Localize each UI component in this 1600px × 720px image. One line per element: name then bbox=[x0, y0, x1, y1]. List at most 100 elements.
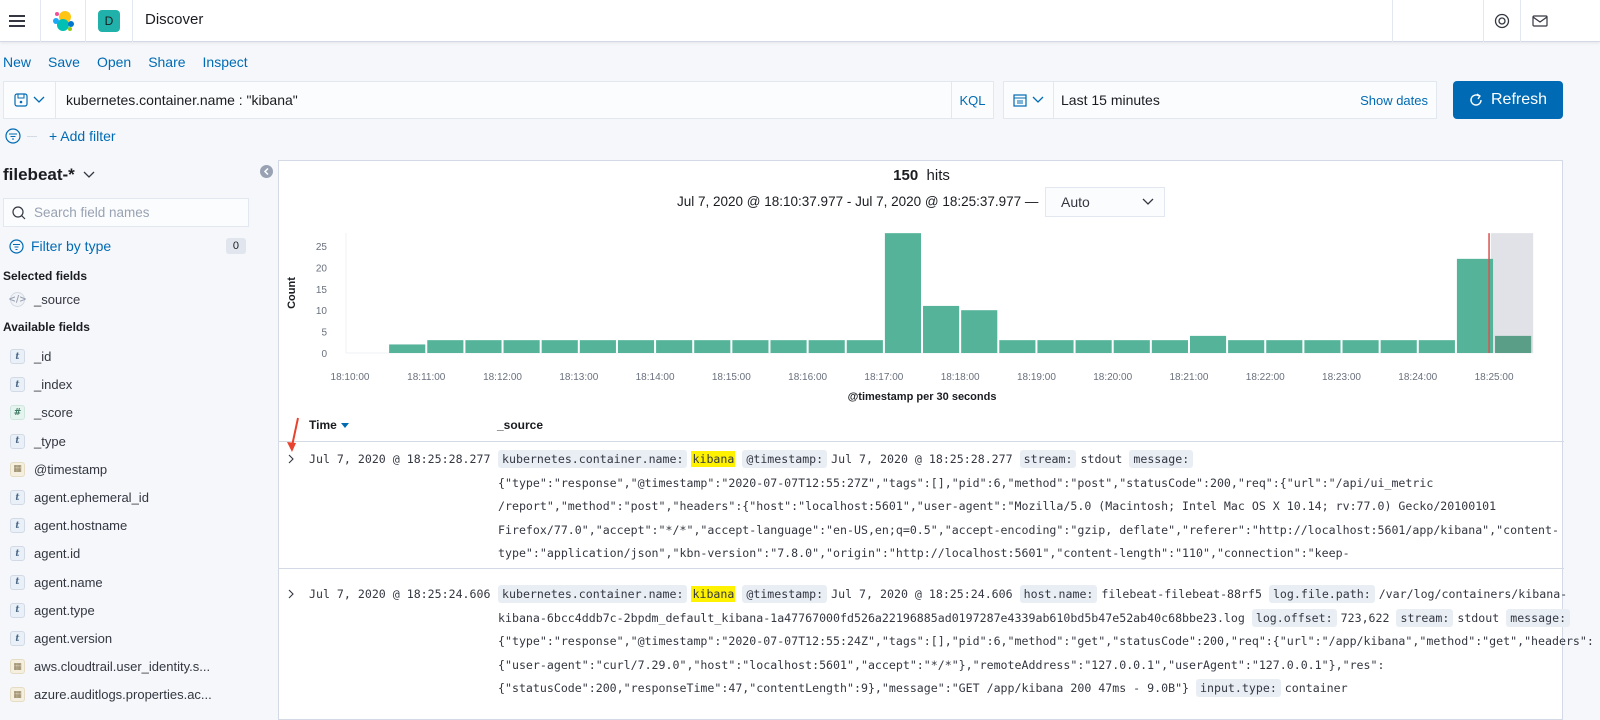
refresh-icon bbox=[1470, 93, 1482, 106]
sort-desc-icon bbox=[340, 422, 349, 428]
kql-button[interactable]: KQL bbox=[951, 82, 993, 118]
filter-by-type-button[interactable]: Filter by type 0 bbox=[9, 238, 246, 254]
annotation-arrow bbox=[287, 417, 299, 452]
expand-row-icon[interactable] bbox=[287, 589, 295, 599]
menu-icon bbox=[8, 15, 25, 27]
top-nav-menu: New Save Open Share Inspect bbox=[3, 54, 265, 70]
field-key: @timestamp: bbox=[742, 585, 828, 603]
divider bbox=[279, 568, 1564, 569]
x-tick-label: 18:20:00 bbox=[1093, 372, 1132, 383]
x-tick-label: 18:25:00 bbox=[1475, 372, 1514, 383]
menu-button[interactable] bbox=[0, 0, 33, 42]
field-key: log.file.path: bbox=[1268, 585, 1375, 603]
partial-bucket-region bbox=[1491, 233, 1534, 353]
histogram-bar bbox=[1151, 340, 1188, 353]
help-button[interactable] bbox=[1483, 0, 1521, 42]
x-tick-label: 18:21:00 bbox=[1170, 372, 1209, 383]
field-item[interactable]: t agent.type bbox=[10, 602, 95, 618]
field-item[interactable]: t agent.version bbox=[10, 631, 112, 646]
field-name: azure.auditlogs.properties.ac... bbox=[34, 687, 212, 703]
expand-row-icon[interactable] bbox=[287, 454, 295, 464]
field-item[interactable]: t agent.id bbox=[10, 546, 80, 562]
x-tick-label: 18:11:00 bbox=[407, 372, 446, 383]
field-item[interactable]: # _score bbox=[10, 405, 74, 421]
field-search-input[interactable]: Search field names bbox=[3, 198, 249, 227]
field-name: _score bbox=[34, 405, 74, 421]
field-item[interactable]: ▦ azure.auditlogs.properties.ac... bbox=[10, 687, 212, 703]
field-item[interactable]: t agent.hostname bbox=[10, 518, 127, 534]
histogram-bar bbox=[465, 340, 502, 353]
string-icon: t bbox=[10, 490, 25, 505]
field-value: container bbox=[1284, 681, 1348, 695]
y-tick-label: 25 bbox=[316, 242, 328, 253]
filter-icon bbox=[9, 238, 24, 254]
string-icon: t bbox=[10, 602, 25, 618]
index-pattern-selector[interactable]: filebeat-* bbox=[3, 165, 95, 185]
collapse-sidebar-icon[interactable] bbox=[260, 165, 273, 178]
space-selector[interactable]: D bbox=[86, 0, 133, 42]
x-tick-label: 18:23:00 bbox=[1322, 372, 1361, 383]
divider bbox=[27, 135, 37, 137]
main-panel: 150 hits Jul 7, 2020 @ 18:10:37.977 - Ju… bbox=[278, 160, 1594, 720]
x-tick-label: 18:10:00 bbox=[331, 372, 370, 383]
inspect-link[interactable]: Inspect bbox=[203, 54, 248, 70]
y-axis-title: Count bbox=[286, 277, 298, 309]
search-icon bbox=[12, 205, 26, 219]
field-item-source[interactable]: </> _source bbox=[8, 292, 81, 307]
histogram-bar bbox=[732, 340, 769, 353]
x-tick-label: 18:18:00 bbox=[941, 372, 980, 383]
string-icon: t bbox=[10, 631, 25, 646]
filter-icon[interactable] bbox=[5, 128, 21, 144]
space-avatar: D bbox=[98, 10, 120, 32]
histogram-bar bbox=[1266, 340, 1303, 353]
field-key: host.name: bbox=[1019, 585, 1098, 603]
add-filter-button[interactable]: + Add filter bbox=[49, 128, 116, 144]
field-item[interactable]: t agent.name bbox=[10, 574, 103, 590]
field-value: /report","method":"post","headers":{"hos… bbox=[498, 499, 1497, 513]
query-bar: kubernetes.container.name : "kibana" KQL bbox=[3, 81, 994, 119]
save-link[interactable]: Save bbox=[48, 54, 80, 70]
open-link[interactable]: Open bbox=[97, 54, 131, 70]
field-value: Jul 7, 2020 @ 18:25:24.606 bbox=[831, 587, 1020, 601]
quick-menu-button[interactable] bbox=[1004, 82, 1054, 118]
field-item[interactable]: t _id bbox=[10, 349, 51, 364]
field-value: Jul 7, 2020 @ 18:25:28.277 bbox=[831, 452, 1020, 466]
histogram-bar bbox=[1418, 340, 1455, 353]
histogram-bar bbox=[579, 340, 616, 353]
field-item[interactable]: t _index bbox=[10, 377, 72, 393]
date-picker: Last 15 minutes Show dates bbox=[1003, 81, 1437, 119]
field-name: _source bbox=[34, 292, 81, 307]
field-name: _type bbox=[34, 433, 66, 449]
search-placeholder: Search field names bbox=[34, 205, 150, 220]
query-input[interactable]: kubernetes.container.name : "kibana" bbox=[56, 92, 951, 108]
field-key: stream: bbox=[1019, 450, 1077, 468]
field-item[interactable]: ▦ aws.cloudtrail.user_identity.s... bbox=[10, 659, 210, 675]
field-value: stdout bbox=[1457, 610, 1507, 625]
number-icon: # bbox=[10, 405, 25, 421]
new-link[interactable]: New bbox=[3, 54, 31, 70]
time-column-header[interactable]: Time bbox=[309, 418, 349, 432]
field-name: agent.ephemeral_id bbox=[34, 490, 149, 505]
time-range[interactable]: Last 15 minutes bbox=[1054, 92, 1360, 108]
row-timestamp: Jul 7, 2020 @ 18:25:28.277 bbox=[309, 452, 491, 466]
field-item[interactable]: t _type bbox=[10, 433, 66, 449]
x-tick-label: 18:12:00 bbox=[483, 372, 522, 383]
x-tick-label: 18:17:00 bbox=[864, 372, 903, 383]
field-key: log.offset: bbox=[1251, 608, 1337, 627]
highlighted-value: kibana bbox=[691, 451, 736, 467]
field-key: message: bbox=[1506, 608, 1571, 627]
refresh-button[interactable]: Refresh bbox=[1453, 81, 1563, 119]
field-key: message: bbox=[1129, 450, 1194, 468]
calendar-icon: ▦ bbox=[10, 659, 25, 675]
string-icon: t bbox=[10, 377, 25, 393]
field-item[interactable]: t agent.ephemeral_id bbox=[10, 490, 149, 505]
share-link[interactable]: Share bbox=[148, 54, 185, 70]
home-logo[interactable] bbox=[40, 0, 86, 42]
mail-button[interactable] bbox=[1521, 0, 1559, 42]
field-value: type":"application/json","kbn-version":"… bbox=[498, 546, 1350, 560]
show-dates-button[interactable]: Show dates bbox=[1360, 93, 1436, 108]
field-name: _id bbox=[34, 349, 52, 364]
saved-query-button[interactable] bbox=[4, 82, 56, 118]
field-item[interactable]: ▦ @timestamp bbox=[10, 461, 107, 477]
chevron-down-icon bbox=[33, 96, 45, 103]
